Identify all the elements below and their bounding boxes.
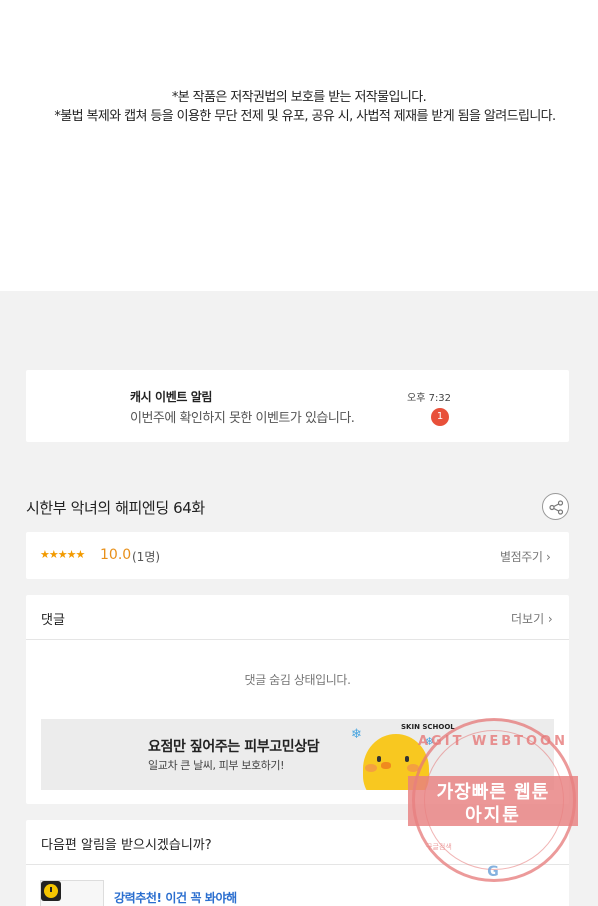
rate-button[interactable]: 별점주기 › (500, 548, 551, 565)
episode-title: 시한부 악녀의 해피엔딩 64화 (26, 499, 205, 517)
ad-title: 요점만 짚어주는 피부고민상담 (148, 739, 320, 755)
ad-banner[interactable]: 요점만 짚어주는 피부고민상담 일교차 큰 날씨, 피부 보호하기! SKIN … (41, 719, 554, 790)
rating-count: (1명) (132, 550, 161, 564)
rating-card: ★★★★★ 10.0 (1명) 별점주기 › (26, 532, 569, 579)
ad-brand-label: SKIN SCHOOL (401, 723, 455, 731)
comment-header: 댓글 더보기 › (26, 595, 569, 640)
alarm-message: 이번주에 확인하지 못한 이벤트가 있습니다. (130, 411, 355, 426)
comment-section: 댓글 더보기 › 댓글 숨김 상태입니다. 요점만 짚어주는 피부고민상담 일교… (26, 595, 569, 804)
alarm-title: 캐시 이벤트 알림 (130, 390, 213, 404)
rating-score: 10.0 (100, 547, 132, 563)
promo-link[interactable]: 강력추천! 이건 꼭 봐야해 (114, 889, 237, 906)
promo-thumbnail[interactable] (40, 880, 104, 906)
chick-mascot-image (363, 734, 429, 790)
clock-icon (41, 881, 61, 901)
cash-event-alarm-card[interactable]: 캐시 이벤트 알림 이번주에 확인하지 못한 이벤트가 있습니다. 오후 7:3… (26, 370, 569, 442)
star-rating-icon: ★★★★★ (40, 548, 85, 561)
comment-hidden-message: 댓글 숨김 상태입니다. (244, 673, 351, 687)
copyright-notice: *본 작품은 저작권법의 보호를 받는 저작물입니다. *불법 복제와 캡쳐 등… (0, 0, 598, 291)
alarm-time: 오후 7:32 (407, 393, 452, 404)
notice-line-2: *불법 복제와 캡쳐 등을 이용한 무단 전제 및 유포, 공유 시, 사법적 … (54, 109, 556, 124)
snowflake-icon: ❄ (351, 727, 362, 742)
share-button[interactable] (542, 493, 569, 520)
ad-subtitle: 일교차 큰 날씨, 피부 보호하기! (148, 759, 285, 772)
next-alert-header[interactable]: 다음편 알림을 받으시겠습니까? (26, 820, 569, 865)
notice-line-1: *본 작품은 저작권법의 보호를 받는 저작물입니다. (171, 90, 427, 105)
comment-more-button[interactable]: 더보기 › (511, 610, 553, 627)
comment-title: 댓글 (41, 613, 65, 628)
share-icon (549, 500, 564, 515)
next-episode-alert-card: 다음편 알림을 받으시겠습니까? 강력추천! 이건 꼭 봐야해 (26, 820, 569, 906)
snowflake-icon: ❄ (425, 735, 435, 748)
next-alert-title: 다음편 알림을 받으시겠습니까? (41, 838, 212, 853)
alarm-count-badge: 1 (431, 408, 449, 426)
